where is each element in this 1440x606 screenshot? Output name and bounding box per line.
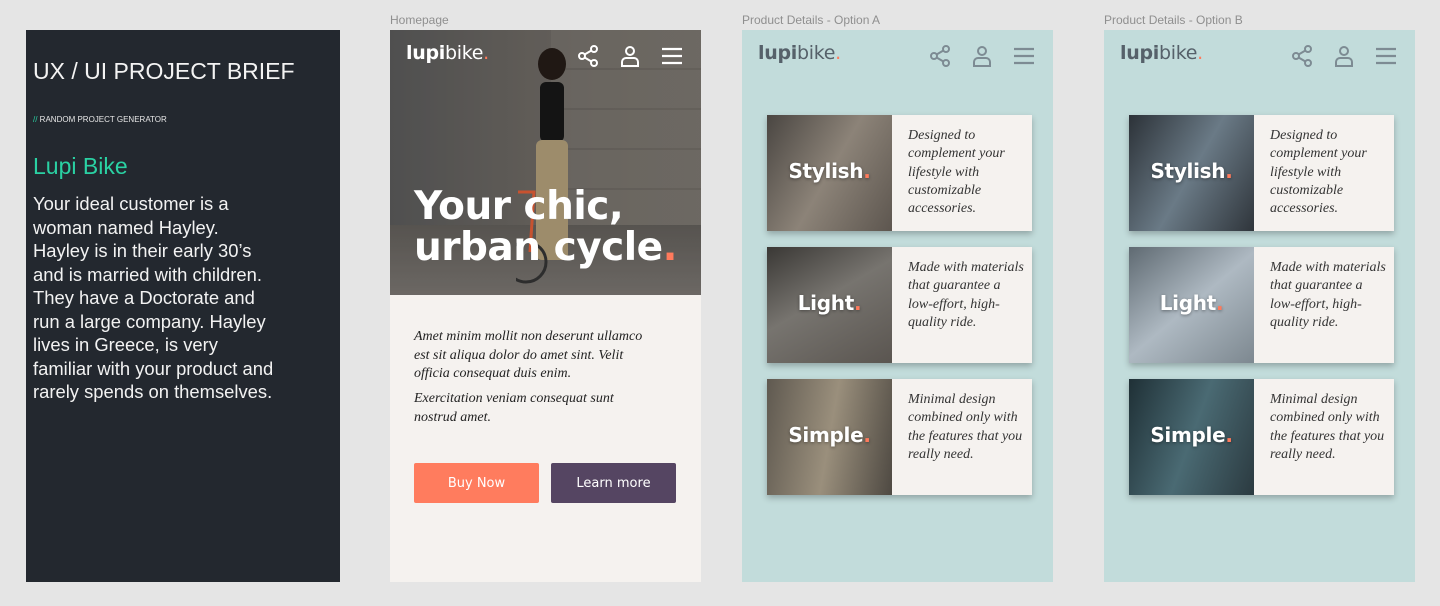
feature-card-simple[interactable]: Simple. Minimal design combined only wit… [767, 379, 1032, 495]
user-icon[interactable] [1332, 44, 1356, 68]
option-b-logo[interactable]: lupibike. [1120, 42, 1203, 64]
feature-text: Made with materials that guarantee a low… [1270, 260, 1386, 330]
logo-light: bike [1158, 42, 1198, 64]
project-brief-panel: UX / UI PROJECT BRIEF // RANDOM PROJECT … [26, 30, 340, 582]
logo-dot: . [835, 42, 841, 64]
home-body-copy-2: Exercitation veniam consequat sunt nostr… [414, 391, 614, 425]
share-icon[interactable] [928, 44, 952, 68]
option-b-header-icons [1290, 44, 1398, 68]
feature-card-simple[interactable]: Simple. Minimal design combined only wit… [1129, 379, 1394, 495]
feature-title: Simple. [788, 423, 871, 447]
feature-text: Minimal design combined only with the fe… [908, 392, 1023, 462]
learn-more-button[interactable]: Learn more [551, 463, 676, 503]
menu-icon[interactable] [1012, 44, 1036, 68]
feature-card-stylish[interactable]: Stylish. Designed to complement your lif… [1129, 115, 1394, 231]
feature-card-stylish[interactable]: Stylish. Designed to complement your lif… [767, 115, 1032, 231]
home-logo[interactable]: lupibike. [406, 42, 489, 64]
user-icon[interactable] [618, 44, 642, 68]
hero-line-1: Your chic, [414, 184, 624, 229]
option-a-header-icons [928, 44, 1036, 68]
feature-card-light[interactable]: Light. Made with materials that guarante… [1129, 247, 1394, 363]
option-a-logo[interactable]: lupibike. [758, 42, 841, 64]
logo-dot: . [1197, 42, 1203, 64]
feature-text: Designed to complement your lifestyle wi… [1270, 128, 1367, 217]
logo-bold: lupi [758, 42, 797, 64]
option-b-frame-label: Product Details - Option B [1104, 13, 1243, 27]
menu-icon[interactable] [660, 44, 684, 68]
homepage-frame: lupibike. Your chic, urban cycle. Amet m… [390, 30, 701, 582]
user-icon[interactable] [970, 44, 994, 68]
feature-title: Light. [797, 291, 862, 315]
hero-line-2: urban cycle [414, 225, 663, 270]
option-a-frame-label: Product Details - Option A [742, 13, 881, 27]
feature-text: Designed to complement your lifestyle wi… [908, 128, 1005, 217]
home-header-icons [576, 44, 684, 68]
logo-light: bike [796, 42, 836, 64]
feature-card-light[interactable]: Light. Made with materials that guarante… [767, 247, 1032, 363]
share-icon[interactable] [576, 44, 600, 68]
buy-now-button[interactable]: Buy Now [414, 463, 539, 503]
project-name: Lupi Bike [33, 153, 128, 179]
logo-bold: lupi [1120, 42, 1159, 64]
brief-subtitle-text: RANDOM PROJECT GENERATOR [37, 115, 167, 124]
hero-headline: Your chic, urban cycle. [414, 186, 694, 268]
share-icon[interactable] [1290, 44, 1314, 68]
product-details-option-b: lupibike. Stylish. Designed to complemen… [1104, 30, 1415, 582]
feature-text: Minimal design combined only with the fe… [1270, 392, 1385, 462]
brief-subtitle: // RANDOM PROJECT GENERATOR [33, 115, 167, 124]
logo-light: bike [444, 42, 484, 64]
product-details-option-a: lupibike. Stylish. Designed to complemen… [742, 30, 1053, 582]
logo-dot: . [483, 42, 489, 64]
project-description: Your ideal customer is a woman named Hay… [33, 193, 274, 402]
homepage-frame-label: Homepage [390, 13, 449, 27]
hero-dot: . [662, 225, 678, 270]
home-body-copy-1: Amet minim mollit non deserunt ullamco e… [414, 329, 643, 381]
feature-title: Light. [1159, 291, 1224, 315]
feature-title: Stylish. [1150, 159, 1233, 183]
feature-title: Stylish. [788, 159, 871, 183]
menu-icon[interactable] [1374, 44, 1398, 68]
brief-title: UX / UI PROJECT BRIEF [33, 58, 295, 84]
logo-bold: lupi [406, 42, 445, 64]
feature-text: Made with materials that guarantee a low… [908, 260, 1024, 330]
feature-title: Simple. [1150, 423, 1233, 447]
